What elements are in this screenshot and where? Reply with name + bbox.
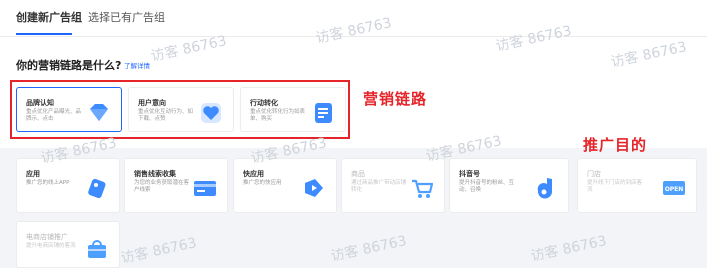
goal-card-lead-collection[interactable]: 销售线索收集 为您的业务获取潜在客户线索 xyxy=(124,158,228,213)
marketing-chain-annotation: 营销链路 xyxy=(363,90,428,108)
learn-more-link[interactable]: 了解详情 xyxy=(124,60,150,70)
goal-card-product[interactable]: 商品 通过商品推广带动店铺转化 xyxy=(341,158,445,213)
tabs-divider xyxy=(0,36,707,37)
tab-select-existing-ad-group[interactable]: 选择已有广告组 xyxy=(88,11,165,25)
card-description: 推广您的快应用 xyxy=(243,180,282,186)
watermark: 访客 86763 xyxy=(609,39,689,71)
goal-card-quick-app[interactable]: 快应用 推广您的快应用 xyxy=(233,158,337,213)
card-description: 提升线下门店的到店客流 xyxy=(587,180,643,193)
active-tab-indicator xyxy=(16,33,72,35)
tab-bar: 创建新广告组 选择已有广告组 xyxy=(0,0,707,40)
douyin-icon xyxy=(537,178,552,199)
card-description: 提升抖音号的粉丝、互动、召唤 xyxy=(459,180,515,193)
card-title: 门店 xyxy=(587,170,601,178)
shop-icon xyxy=(88,240,106,258)
goal-card-ecommerce-shop[interactable]: 电商店铺推广 提升电商店铺的客流 xyxy=(16,221,120,268)
card-title: 电商店铺推广 xyxy=(26,233,68,241)
card-title: 快应用 xyxy=(243,170,264,178)
card-title: 销售线索收集 xyxy=(134,170,176,178)
form-card-icon xyxy=(194,181,216,196)
card-description: 为您的业务获取潜在客户线索 xyxy=(134,180,190,193)
store-icon: OPEN xyxy=(663,181,685,195)
promotion-goal-annotation: 推广目的 xyxy=(583,136,648,154)
goal-card-app[interactable]: 应用 推广您的线上APP xyxy=(16,158,120,213)
svg-text:OPEN: OPEN xyxy=(665,186,684,193)
card-title: 商品 xyxy=(351,170,365,178)
quick-app-icon xyxy=(305,179,323,197)
cart-icon xyxy=(412,179,434,198)
goal-card-douyin[interactable]: 抖音号 提升抖音号的粉丝、互动、召唤 xyxy=(449,158,569,213)
card-title: 应用 xyxy=(26,170,40,178)
card-description: 推广您的线上APP xyxy=(26,180,70,186)
tab-create-new-ad-group[interactable]: 创建新广告组 xyxy=(16,11,82,25)
app-tag-icon xyxy=(88,178,106,199)
marketing-chain-question: 你的营销链路是什么? xyxy=(16,59,122,72)
card-description: 通过商品推广带动店铺转化 xyxy=(351,180,407,193)
card-description: 提升电商店铺的客流 xyxy=(26,243,76,249)
card-title: 抖音号 xyxy=(459,170,480,178)
goal-card-store[interactable]: 门店 提升线下门店的到店客流 OPEN xyxy=(577,158,697,213)
marketing-chain-highlight xyxy=(10,80,350,139)
